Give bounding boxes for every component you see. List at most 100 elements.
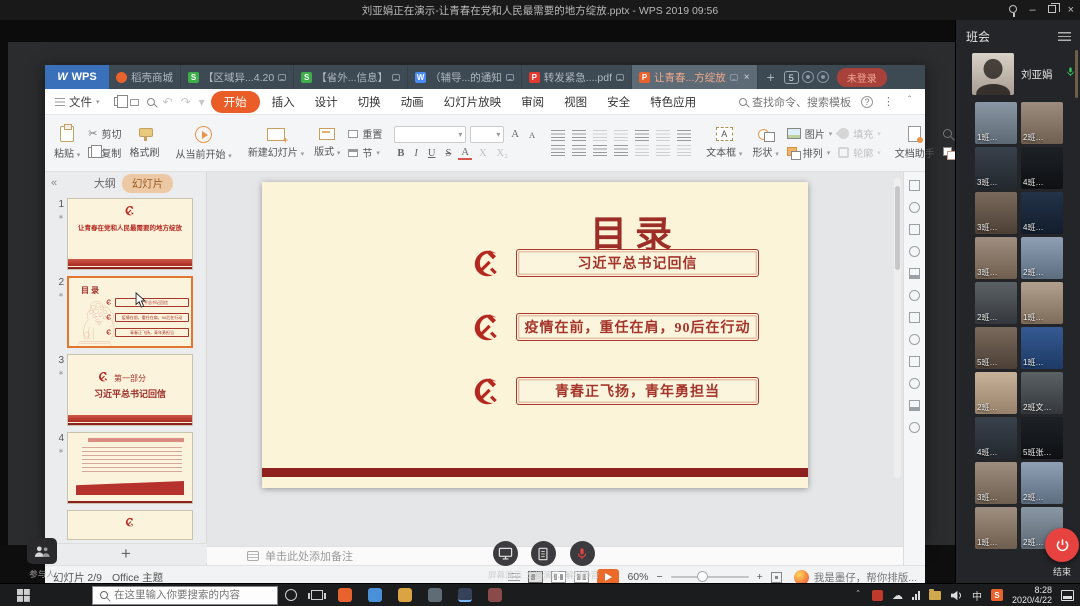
slides-tab[interactable]: 幻灯片 [122, 174, 174, 193]
participant-tile[interactable]: 1班… [1021, 327, 1063, 369]
unmute-button[interactable]: 解除静音 [554, 541, 610, 581]
align-center-icon[interactable] [572, 145, 586, 156]
tab-presentation-active[interactable]: P 让青春...方绽放 × [632, 65, 758, 89]
copy-button[interactable]: 复制 [85, 145, 124, 160]
side-tool-icon[interactable] [909, 202, 920, 213]
participant-tile[interactable]: 3班… [975, 147, 1017, 189]
pin-icon[interactable] [1009, 4, 1017, 16]
close-tab-icon[interactable]: × [742, 72, 750, 83]
participant-tile[interactable]: 3班… [975, 462, 1017, 504]
history-icon[interactable] [802, 71, 814, 83]
doc-assistant-button[interactable]: 文档助手 [890, 118, 940, 168]
play-from-current-button[interactable]: 从当前开始 ▾ [171, 118, 237, 168]
login-button[interactable]: 未登录 [837, 68, 887, 87]
participant-tile[interactable]: 2班… [1021, 102, 1063, 144]
section-button[interactable]: 节 ▾ [345, 145, 385, 160]
print-icon[interactable] [126, 95, 143, 109]
tray-app-icon[interactable] [872, 590, 883, 601]
participant-tile[interactable]: 2班… [975, 372, 1017, 414]
tab-count-badge[interactable]: 5 [784, 71, 799, 84]
menu-slideshow[interactable]: 幻灯片放映 [434, 91, 512, 113]
participant-tile[interactable]: 5班… [975, 327, 1017, 369]
tray-s-app-icon[interactable]: S [991, 589, 1003, 601]
fill-color-button[interactable]: 填充 ▾ [835, 126, 884, 141]
participant-tile[interactable]: 4班… [1021, 192, 1063, 234]
file-menu[interactable]: 文件 ▾ [45, 94, 110, 110]
subscript-button[interactable]: X₂ [494, 148, 511, 159]
align-bottom-icon[interactable] [677, 145, 691, 156]
zoom-in-button[interactable]: + [757, 571, 763, 583]
tab-docer-mall[interactable]: 稻壳商城 [109, 65, 181, 89]
menu-design[interactable]: 设计 [305, 91, 348, 113]
participant-tile[interactable]: 1班… [975, 102, 1017, 144]
zoom-slider[interactable] [671, 576, 749, 578]
participant-tile[interactable]: 3班… [975, 192, 1017, 234]
undo-icon[interactable]: ↶ [159, 95, 177, 109]
side-tool-icon[interactable] [909, 268, 920, 279]
side-tool-icon[interactable] [909, 290, 920, 301]
menu-view[interactable]: 视图 [554, 91, 597, 113]
increase-indent-icon[interactable] [614, 130, 628, 141]
account-icon[interactable] [817, 71, 829, 83]
sidebar-scrollbar[interactable] [1075, 50, 1078, 98]
participant-tile[interactable]: 2班… [1021, 237, 1063, 279]
zoom-level[interactable]: 60% [627, 571, 648, 583]
tab-sheet-2[interactable]: S 【省外...信息】 [294, 65, 408, 89]
action-center-icon[interactable] [1061, 590, 1074, 601]
zoom-out-button[interactable]: − [656, 571, 662, 583]
underline-button[interactable]: U [425, 148, 439, 159]
reset-button[interactable]: 重置 [345, 126, 385, 141]
menu-security[interactable]: 安全 [597, 91, 640, 113]
ime-indicator[interactable]: 中 [972, 588, 982, 603]
end-meeting-button[interactable]: 结束 [1032, 528, 1080, 578]
side-tool-icon[interactable] [909, 224, 920, 235]
line-spacing-icon[interactable] [635, 130, 649, 141]
bullets-icon[interactable] [551, 130, 565, 141]
participant-tile[interactable]: 4班… [975, 417, 1017, 459]
taskbar-app-generic[interactable] [488, 588, 502, 602]
network-signal-icon[interactable] [912, 591, 920, 600]
new-tab-button[interactable]: + [758, 65, 784, 89]
member-list-icon[interactable] [1058, 32, 1071, 41]
align-left-icon[interactable] [551, 145, 565, 156]
participant-tile[interactable]: 2班文… [1021, 372, 1063, 414]
menu-special-apps[interactable]: 特色应用 [640, 91, 706, 113]
tray-expand-icon[interactable]: ＾ [853, 588, 863, 603]
zoom-slider-knob[interactable] [697, 571, 708, 582]
start-button[interactable] [0, 584, 46, 606]
side-tool-icon[interactable] [909, 356, 920, 367]
command-search[interactable]: 查找命令、搜索模板 [739, 94, 851, 110]
slide-thumbnail-3[interactable]: 第一部分 习近平总书记回信 [67, 354, 193, 426]
slide-thumbnail-2-selected[interactable]: 目录 习近平总书记回信 疫情在前，重任在肩，90后在行动 青春正飞扬，青年勇担当 [67, 276, 193, 348]
arrange-button[interactable]: 排列 ▾ [784, 145, 836, 160]
wps-logo-tab[interactable]: W WPS [45, 65, 109, 89]
taskbar-app-browser[interactable] [368, 588, 382, 602]
side-tool-icon[interactable] [909, 312, 920, 323]
participant-tile[interactable]: 1班… [975, 507, 1017, 549]
font-color-button[interactable]: A [458, 147, 472, 160]
restore-button[interactable] [1048, 4, 1056, 16]
taskbar-clock[interactable]: 8:28 2020/4/22 [1012, 585, 1052, 605]
side-tool-icon[interactable] [909, 246, 920, 257]
shrink-font-button[interactable]: A [526, 130, 538, 140]
save-icon[interactable] [110, 95, 126, 109]
grow-font-button[interactable]: A [508, 129, 522, 140]
side-tool-icon[interactable] [909, 378, 920, 389]
picture-button[interactable]: 图片 ▾ [784, 126, 836, 141]
preview-icon[interactable] [143, 95, 159, 109]
participant-tile[interactable]: 2班… [1021, 462, 1063, 504]
more-menu-icon[interactable]: ⋮ [883, 95, 894, 108]
participant-tile[interactable]: 3班… [975, 237, 1017, 279]
justify-icon[interactable] [614, 145, 628, 156]
canvas-scrollbar[interactable] [894, 178, 901, 478]
taskbar-search[interactable] [92, 586, 278, 605]
tray-folder-icon[interactable] [929, 591, 941, 600]
side-tool-icon[interactable] [909, 422, 920, 433]
distribute-icon[interactable] [635, 145, 649, 156]
minimize-button[interactable]: – [1029, 4, 1035, 16]
columns-icon[interactable] [677, 130, 691, 141]
tab-pdf[interactable]: P 转发紧急....pdf [522, 65, 632, 89]
shapes-button[interactable]: 形状 ▾ [747, 118, 783, 168]
help-icon[interactable]: ? [861, 96, 873, 108]
outline-color-button[interactable]: 轮廓 ▾ [835, 145, 884, 160]
